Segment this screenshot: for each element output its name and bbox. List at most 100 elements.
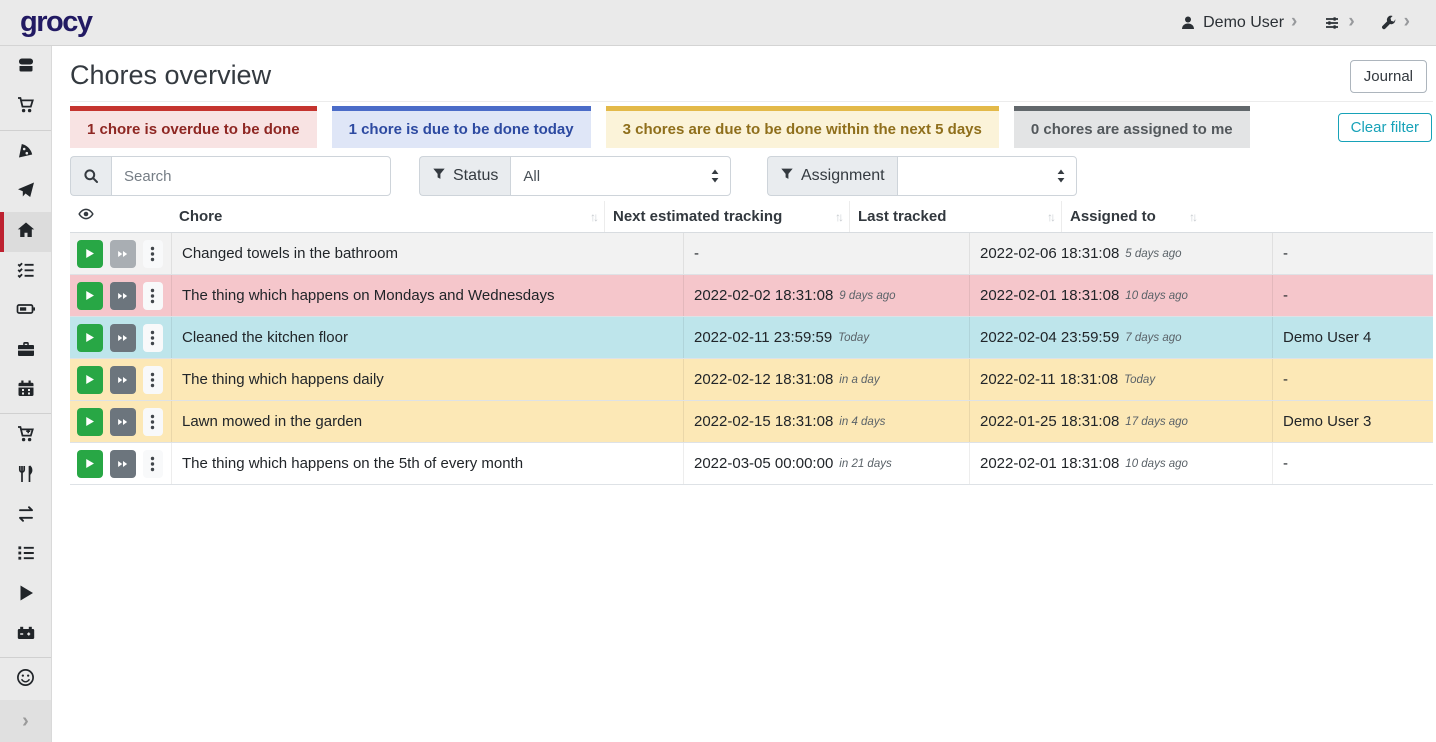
settings-menu[interactable]: › xyxy=(1323,14,1354,31)
column-header-next-tracking[interactable]: Next estimated tracking↑↓ xyxy=(604,201,849,232)
sidebar-item-equipment[interactable] xyxy=(0,332,51,372)
row-menu-button[interactable] xyxy=(143,324,163,352)
column-header-last-tracked[interactable]: Last tracked↑↓ xyxy=(849,201,1061,232)
chore-tracking-play-icon xyxy=(16,583,36,608)
sort-icon: ↑↓ xyxy=(1189,210,1195,224)
inventory-list-icon xyxy=(16,543,36,568)
table-row: The thing which happens on Mondays and W… xyxy=(70,275,1433,317)
assigned-to-cell: - xyxy=(1272,443,1433,484)
row-actions xyxy=(70,401,171,442)
page-header: Chores overview Journal xyxy=(70,58,1433,102)
skip-chore-button[interactable] xyxy=(110,282,136,310)
column-header-chore[interactable]: Chore↑↓ xyxy=(171,201,604,232)
chevron-right-icon: › xyxy=(1348,12,1354,31)
clear-filter-button[interactable]: Clear filter xyxy=(1338,113,1432,142)
sidebar-item-transfer[interactable] xyxy=(0,496,51,536)
last-tracked-cell: 2022-02-06 18:31:085 days ago xyxy=(969,233,1272,274)
sidebar-item-shopping-list[interactable] xyxy=(0,88,51,128)
sidebar-item-tasks[interactable] xyxy=(0,252,51,292)
column-header-assigned-to[interactable]: Assigned to↑↓ xyxy=(1061,201,1203,232)
track-chore-button[interactable] xyxy=(77,240,103,268)
filters-row: Status All Assignment xyxy=(70,156,1433,196)
row-menu-button[interactable] xyxy=(143,366,163,394)
sidebar-item-stock[interactable] xyxy=(0,48,51,88)
row-menu-button[interactable] xyxy=(143,282,163,310)
sidebar-divider xyxy=(0,657,51,658)
track-chore-button[interactable] xyxy=(77,366,103,394)
sidebar: › xyxy=(0,46,52,742)
track-chore-button[interactable] xyxy=(77,450,103,478)
status-card-due-today[interactable]: 1 chore is due to be done today xyxy=(332,106,591,148)
assigned-to-cell: - xyxy=(1272,275,1433,316)
assigned-to-cell: - xyxy=(1272,233,1433,274)
row-menu-button[interactable] xyxy=(143,408,163,436)
grocy-logo[interactable]: grocy xyxy=(20,6,91,39)
track-chore-button[interactable] xyxy=(77,408,103,436)
sidebar-divider xyxy=(0,130,51,131)
search-group xyxy=(70,156,391,196)
table-row: The thing which happens daily 2022-02-12… xyxy=(70,359,1433,401)
status-card-assigned-to-me[interactable]: 0 chores are assigned to me xyxy=(1014,106,1250,148)
topbar: grocy Demo User › › › xyxy=(0,0,1436,46)
status-card-overdue[interactable]: 1 chore is overdue to be done xyxy=(70,106,317,148)
sidebar-item-recipes[interactable] xyxy=(0,133,51,173)
sidebar-expand-toggle[interactable]: › xyxy=(0,700,51,742)
last-tracked-cell: 2022-02-04 23:59:597 days ago xyxy=(969,317,1272,358)
table-row: Lawn mowed in the garden 2022-02-15 18:3… xyxy=(70,401,1433,443)
sidebar-divider xyxy=(0,413,51,414)
sidebar-item-calendar[interactable] xyxy=(0,372,51,412)
next-tracking-cell: 2022-03-05 00:00:00in 21 days xyxy=(683,443,969,484)
user-menu[interactable]: Demo User › xyxy=(1180,14,1297,32)
sidebar-item-chores-overview[interactable] xyxy=(0,212,51,252)
sidebar-item-user-dashboard[interactable] xyxy=(0,660,51,700)
skip-chore-button[interactable] xyxy=(110,324,136,352)
sidebar-item-consume[interactable] xyxy=(0,456,51,496)
skip-chore-button[interactable] xyxy=(110,408,136,436)
next-tracking-cell: 2022-02-11 23:59:59Today xyxy=(683,317,969,358)
calendar-icon xyxy=(16,379,36,404)
assignment-select[interactable] xyxy=(897,156,1077,196)
admin-menu[interactable]: › xyxy=(1381,14,1410,31)
status-card-due-soon[interactable]: 3 chores are due to be done within the n… xyxy=(606,106,999,148)
row-menu-button[interactable] xyxy=(143,240,163,268)
skip-chore-button[interactable] xyxy=(110,240,136,268)
sidebar-item-inventory[interactable] xyxy=(0,536,51,576)
track-chore-button[interactable] xyxy=(77,282,103,310)
transfer-arrows-icon xyxy=(16,504,36,529)
next-tracking-cell: 2022-02-02 18:31:089 days ago xyxy=(683,275,969,316)
consume-utensils-icon xyxy=(16,464,36,489)
filter-funnel-icon xyxy=(432,167,446,186)
shopping-cart-icon xyxy=(16,95,36,120)
skip-chore-button[interactable] xyxy=(110,450,136,478)
filter-funnel-icon xyxy=(780,167,794,186)
next-tracking-cell: 2022-02-12 18:31:08in a day xyxy=(683,359,969,400)
search-input[interactable] xyxy=(111,156,391,196)
search-icon xyxy=(70,156,111,196)
sliders-icon xyxy=(1323,15,1341,31)
table-row: Cleaned the kitchen floor 2022-02-11 23:… xyxy=(70,317,1433,359)
purchase-cart-plus-icon xyxy=(16,424,36,449)
journal-button[interactable]: Journal xyxy=(1350,60,1427,93)
battery-icon xyxy=(16,299,36,324)
assigned-to-cell: Demo User 3 xyxy=(1272,401,1433,442)
chevron-right-icon: › xyxy=(1291,12,1297,31)
row-menu-button[interactable] xyxy=(143,450,163,478)
sidebar-item-battery-tracking[interactable] xyxy=(0,616,51,656)
sidebar-item-meal-plan[interactable] xyxy=(0,172,51,212)
chore-name-cell: The thing which happens daily xyxy=(171,359,683,400)
sidebar-item-purchase[interactable] xyxy=(0,416,51,456)
main-content: Chores overview Journal 1 chore is overd… xyxy=(52,46,1436,742)
sidebar-item-chore-tracking[interactable] xyxy=(0,576,51,616)
table-header-row: Chore↑↓ Next estimated tracking↑↓ Last t… xyxy=(70,201,1433,233)
status-select[interactable]: All xyxy=(510,156,731,196)
status-cards-row: 1 chore is overdue to be done 1 chore is… xyxy=(70,106,1433,148)
skip-chore-button[interactable] xyxy=(110,366,136,394)
track-chore-button[interactable] xyxy=(77,324,103,352)
row-actions xyxy=(70,275,171,316)
sidebar-item-batteries[interactable] xyxy=(0,292,51,332)
chevron-right-icon: › xyxy=(1404,12,1410,31)
next-tracking-cell: - xyxy=(683,233,969,274)
eye-icon[interactable] xyxy=(70,206,171,227)
last-tracked-cell: 2022-02-01 18:31:0810 days ago xyxy=(969,443,1272,484)
chore-name-cell: Changed towels in the bathroom xyxy=(171,233,683,274)
